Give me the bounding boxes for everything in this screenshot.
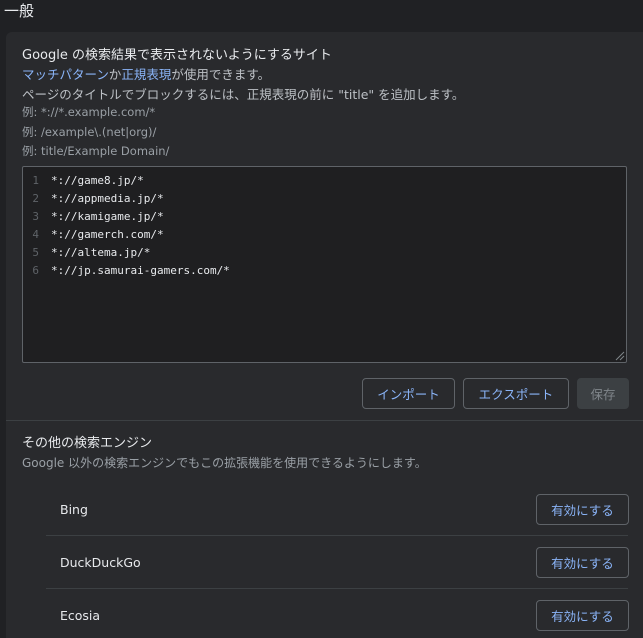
section-heading: 一般 [4, 2, 35, 20]
blocklist-editor[interactable]: 1 *://game8.jp/* 2 *://appmedia.jp/* 3 *://… [22, 166, 627, 363]
line-number: 1 [32, 174, 39, 187]
line-number: 5 [32, 246, 39, 259]
divider [46, 535, 628, 536]
resize-grip-icon[interactable] [613, 349, 625, 361]
blocklist-title: Google の検索結果で表示されないようにするサイト [22, 48, 332, 63]
editor-line-text: *://kamigame.jp/* [51, 210, 164, 223]
editor-line: 3 *://kamigame.jp/* [23, 208, 164, 226]
engines-description: Google 以外の検索エンジンでもこの拡張機能を使用できるようにします。 [22, 456, 427, 470]
regex-link[interactable]: 正規表現 [121, 67, 171, 82]
title-hint: ページのタイトルでブロックするには、正規表現の前に "title" を追加します… [22, 87, 465, 102]
engine-name: Ecosia [60, 608, 101, 623]
engine-name: DuckDuckGo [60, 555, 141, 570]
engine-name: Bing [60, 502, 88, 517]
description-text: が使用できます。 [171, 67, 271, 82]
editor-line-text: *://game8.jp/* [51, 174, 144, 187]
example-text: 例: *://*.example.com/* [22, 105, 156, 119]
enable-bing-button[interactable]: 有効にする [536, 494, 629, 525]
editor-line-text: *://jp.samurai-gamers.com/* [51, 264, 230, 277]
save-button[interactable]: 保存 [577, 378, 629, 409]
settings-card: Google の検索結果で表示されないようにするサイト マッチパターンか正規表現… [6, 32, 643, 638]
enable-ecosia-button[interactable]: 有効にする [536, 600, 629, 631]
divider [46, 588, 628, 589]
editor-line: 4 *://gamerch.com/* [23, 226, 164, 244]
engines-title: その他の検索エンジン [22, 436, 153, 451]
import-button[interactable]: インポート [362, 378, 455, 409]
description-text: か [108, 67, 122, 82]
example-text: 例: title/Example Domain/ [22, 144, 170, 158]
editor-line-text: *://appmedia.jp/* [51, 192, 164, 205]
match-pattern-link[interactable]: マッチパターン [22, 67, 109, 82]
editor-line: 1 *://game8.jp/* [23, 172, 144, 190]
editor-line-text: *://gamerch.com/* [51, 228, 164, 241]
line-number: 2 [32, 192, 39, 205]
editor-line: 6 *://jp.samurai-gamers.com/* [23, 262, 230, 280]
enable-duckduckgo-button[interactable]: 有効にする [536, 547, 629, 578]
divider [6, 420, 643, 421]
editor-line-text: *://altema.jp/* [51, 246, 151, 259]
editor-line: 2 *://appmedia.jp/* [23, 190, 164, 208]
editor-line: 5 *://altema.jp/* [23, 244, 150, 262]
line-number: 4 [32, 228, 39, 241]
export-button[interactable]: エクスポート [463, 378, 569, 409]
example-text: 例: /example\.(net|org)/ [22, 125, 157, 139]
line-number: 3 [32, 210, 39, 223]
line-number: 6 [32, 264, 39, 277]
blocklist-description: マッチパターンか正規表現が使用できます。 [22, 64, 270, 83]
